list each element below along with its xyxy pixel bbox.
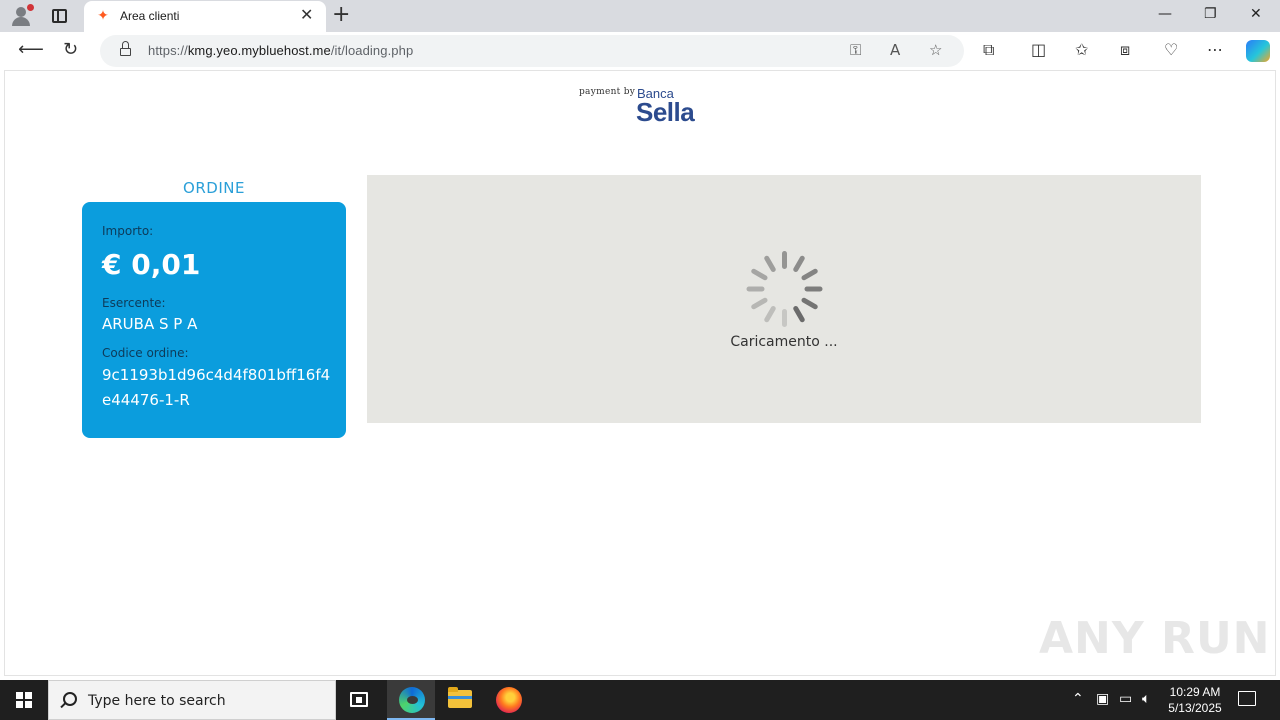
loading-panel: Caricamento ... [367, 175, 1201, 423]
restore-icon[interactable]: ❐ [1204, 6, 1217, 22]
spinner-bar [763, 305, 777, 324]
taskbar-firefox-button[interactable] [484, 680, 532, 720]
favorites-icon[interactable]: ✩ [1075, 41, 1088, 59]
browser-toolbar: ⟵ ↻ https://kmg.yeo.mybluehost.me/it/loa… [0, 32, 1280, 70]
taskbar-search-placeholder: Type here to search [88, 693, 226, 709]
edge-icon [399, 687, 425, 713]
page-viewport: payment by Banca Sella ORDINE Importo: €… [4, 70, 1276, 676]
taskbar-file-explorer-button[interactable] [435, 680, 483, 720]
amount-value: € 0,01 [102, 248, 201, 281]
tab-actions-icon[interactable] [52, 9, 67, 23]
merchant-label: Esercente: [102, 296, 166, 310]
window-close-icon[interactable]: ✕ [1250, 6, 1262, 22]
browser-essentials-icon[interactable]: ♡ [1164, 41, 1178, 59]
order-code-label: Codice ordine: [102, 346, 189, 360]
split-screen-icon[interactable]: ◫ [1031, 41, 1046, 59]
read-aloud-icon[interactable]: A [890, 42, 900, 58]
notifications-icon[interactable] [1238, 691, 1256, 706]
spinner-bar [782, 309, 787, 327]
clock-time: 10:29 AM [1169, 685, 1221, 699]
url-text[interactable]: https://kmg.yeo.mybluehost.me/it/loading… [148, 43, 413, 58]
tray-device-icon[interactable]: ▣ [1096, 691, 1109, 707]
spinner-bar [800, 267, 819, 282]
tray-overflow-chevron-icon[interactable]: ⌃ [1072, 691, 1084, 707]
spinner-bar [782, 251, 787, 269]
order-summary-card: Importo: € 0,01 Esercente: ARUBA S P A C… [82, 202, 346, 438]
folder-icon [448, 687, 472, 708]
loading-text: Caricamento ... [730, 334, 838, 350]
spinner-bar [746, 286, 765, 292]
anyrun-watermark: ANY RUN [1039, 613, 1271, 664]
firefox-icon [496, 687, 522, 713]
favicon-icon: ✦ [97, 8, 109, 24]
task-view-icon[interactable] [350, 692, 368, 707]
merchant-value: ARUBA S P A [102, 315, 198, 333]
lock-icon[interactable] [120, 41, 131, 57]
refresh-icon[interactable]: ↻ [63, 40, 78, 60]
extensions-icon[interactable]: ⧉ [983, 41, 994, 59]
taskbar-search-box[interactable]: Type here to search [48, 680, 336, 720]
loading-spinner-icon [745, 249, 825, 329]
order-code-value: 9c1193b1d96c4d4f801bff16f4e44476-1-R [102, 366, 331, 409]
spinner-bar [792, 254, 806, 273]
spinner-bar [763, 254, 777, 273]
banca-sella-logo: payment by Banca Sella [579, 85, 709, 129]
order-title: ORDINE [183, 179, 245, 197]
network-icon[interactable]: ▭ [1119, 691, 1132, 707]
tab-title: Area clienti [120, 9, 180, 23]
tab-close-icon[interactable]: ✕ [300, 7, 313, 23]
copilot-icon[interactable] [1246, 40, 1270, 62]
more-menu-icon[interactable]: ⋯ [1207, 41, 1223, 59]
browser-tab-active[interactable]: ✦ Area clienti ✕ [84, 1, 326, 32]
back-arrow-icon[interactable]: ⟵ [18, 40, 44, 60]
profile-avatar-icon[interactable] [8, 4, 34, 28]
spinner-bar [750, 296, 769, 311]
address-bar[interactable]: https://kmg.yeo.mybluehost.me/it/loading… [100, 35, 964, 67]
spinner-bar [800, 296, 819, 311]
spinner-bar [792, 305, 806, 324]
spinner-bar [804, 286, 823, 292]
new-tab-button[interactable]: + [332, 4, 350, 26]
taskbar-edge-button[interactable] [387, 680, 435, 720]
search-icon [63, 692, 77, 706]
browser-tabbar: ✦ Area clienti ✕ + — ❐ ✕ [0, 0, 1280, 32]
volume-icon[interactable]: 🔈︎ [1142, 691, 1150, 707]
brand-payment-by: payment by [579, 87, 636, 97]
windows-start-icon[interactable] [16, 692, 32, 708]
amount-label: Importo: [102, 224, 154, 238]
windows-taskbar: Type here to search ⌃ ▣ ▭ 🔈︎ 10:29 AM 5/… [0, 680, 1280, 720]
favorite-star-icon[interactable]: ☆ [929, 42, 942, 58]
minimize-icon[interactable]: — [1158, 6, 1172, 22]
clock-date: 5/13/2025 [1168, 701, 1222, 715]
key-icon[interactable]: ⚿ [850, 42, 861, 58]
brand-sella: Sella [636, 97, 695, 127]
spinner-bar [750, 267, 769, 282]
taskbar-clock[interactable]: 10:29 AM 5/13/2025 [1162, 684, 1228, 716]
collections-icon[interactable]: ⧈ [1120, 41, 1130, 59]
